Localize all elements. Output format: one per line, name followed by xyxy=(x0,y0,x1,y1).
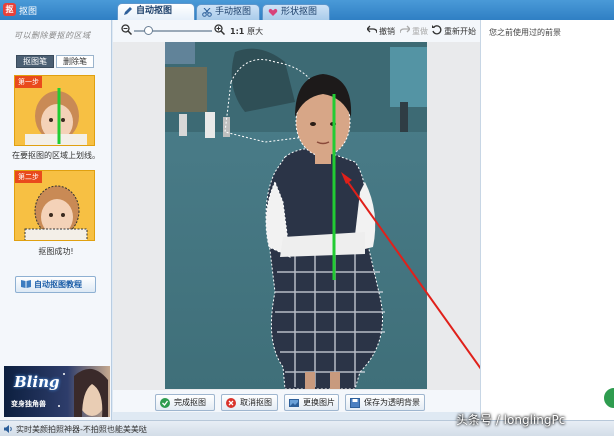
cancel-icon xyxy=(226,398,236,408)
example-step-2-image: 第二步 xyxy=(14,170,95,241)
promo-subtitle: 变身独角兽 xyxy=(11,400,46,408)
image-icon xyxy=(289,399,299,407)
cancel-cutout-button[interactable]: 取消抠图 xyxy=(221,394,278,411)
hint-text: 可以删除要抠的区域 xyxy=(14,31,91,40)
cutout-pen-button[interactable]: 抠图笔 xyxy=(16,55,54,68)
undo-icon[interactable] xyxy=(367,25,377,35)
promo-title: Bling xyxy=(14,373,60,391)
app-logo-icon: 抠 xyxy=(3,3,16,16)
redo-button[interactable]: 重做 xyxy=(412,26,428,37)
example-step-1-image: 第一步 xyxy=(14,75,95,146)
status-ad-link[interactable]: 实时美颜拍照神器-不拍照也能美美哒 xyxy=(16,424,147,435)
save-icon xyxy=(350,398,360,408)
tab-manual-cutout-label: 手动抠图 xyxy=(215,7,252,17)
restart-icon[interactable] xyxy=(432,25,442,35)
zoom-original-button[interactable]: 1:1 原大 xyxy=(230,26,263,37)
undo-button[interactable]: 撤销 xyxy=(379,26,395,37)
tab-auto-cutout[interactable]: 自动抠图 xyxy=(117,3,195,20)
cancel-cutout-label: 取消抠图 xyxy=(240,398,272,407)
step-1-caption: 在要抠图的区域上划线。 xyxy=(12,151,100,160)
tab-manual-cutout[interactable]: 手动抠图 xyxy=(196,4,260,20)
scissors-icon xyxy=(202,8,212,17)
step-2-badge: 第二步 xyxy=(15,171,42,183)
edited-photo[interactable] xyxy=(165,42,427,389)
history-panel-title: 您之前使用过的前景 xyxy=(489,28,561,37)
check-icon xyxy=(160,398,170,408)
zoom-slider-handle[interactable] xyxy=(144,26,153,35)
promo-banner[interactable]: Bling 变身独角兽 xyxy=(4,366,110,417)
speaker-icon xyxy=(4,425,12,433)
restart-button[interactable]: 重新开始 xyxy=(444,26,476,37)
redo-icon[interactable] xyxy=(400,25,410,35)
step-1-badge: 第一步 xyxy=(15,76,42,88)
window-title: 抠图 xyxy=(19,7,38,17)
book-icon xyxy=(21,280,31,288)
left-tool-panel: 可以删除要抠的区域 抠图笔 删除笔 第一步 在要抠图的区域上划线。 第二步 抠图… xyxy=(0,20,112,420)
watermark-text: 头条号 / longlingPc xyxy=(456,413,566,427)
change-image-label: 更换图片 xyxy=(303,398,335,407)
history-panel: 您之前使用过的前景 xyxy=(480,20,614,420)
canvas-toolbar: 1:1 原大 撤销 重做 重新开始 xyxy=(113,20,480,42)
tutorial-button-label: 自动抠图教程 xyxy=(34,280,82,289)
pen-icon xyxy=(124,7,132,15)
auto-cutout-tutorial-button[interactable]: 自动抠图教程 xyxy=(15,276,96,293)
save-transparent-button[interactable]: 保存为透明背景 xyxy=(345,394,425,411)
tab-shape-cutout[interactable]: 形状抠图 xyxy=(262,4,330,20)
save-transparent-label: 保存为透明背景 xyxy=(364,398,420,407)
photo-scene xyxy=(165,42,427,389)
heart-shape-icon xyxy=(268,8,278,16)
finish-cutout-label: 完成抠图 xyxy=(174,398,206,407)
zoom-in-icon[interactable] xyxy=(214,24,225,35)
tab-shape-cutout-label: 形状抠图 xyxy=(281,7,318,17)
zoom-ratio-text: 1:1 xyxy=(230,27,245,36)
finish-cutout-button[interactable]: 完成抠图 xyxy=(155,394,215,411)
zoom-original-label: 原大 xyxy=(247,27,264,36)
change-image-button[interactable]: 更换图片 xyxy=(284,394,339,411)
zoom-out-icon[interactable] xyxy=(121,24,132,35)
tab-auto-cutout-label: 自动抠图 xyxy=(136,6,173,16)
erase-pen-button[interactable]: 删除笔 xyxy=(56,55,94,68)
step-2-caption: 抠图成功! xyxy=(38,247,74,256)
